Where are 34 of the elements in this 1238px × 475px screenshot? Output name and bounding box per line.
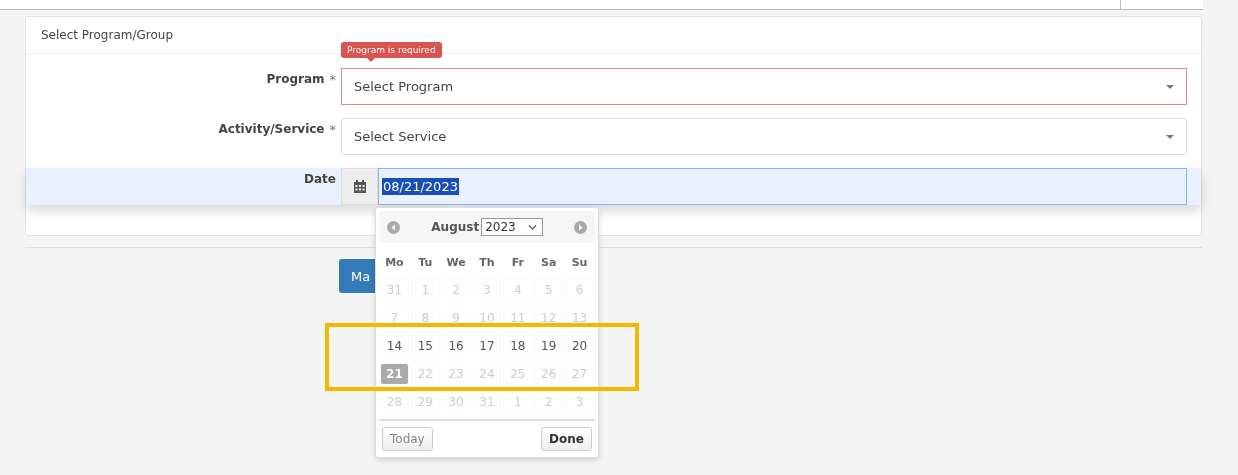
calendar-day[interactable]: 17 bbox=[472, 335, 502, 357]
weekday-label: Tu bbox=[417, 254, 434, 271]
done-button[interactable]: Done bbox=[541, 427, 592, 451]
calendar-day[interactable]: 18 bbox=[503, 335, 533, 357]
previous-icon[interactable] bbox=[387, 220, 400, 234]
caret-icon bbox=[1166, 84, 1174, 89]
year-dropdown[interactable]: 2023 bbox=[481, 218, 543, 236]
select-field[interactable]: Select Service bbox=[341, 118, 1187, 155]
weekday-label: We bbox=[445, 254, 467, 271]
panel-title: Select Program/Group bbox=[41, 28, 174, 42]
weekday-label: Sa bbox=[540, 254, 558, 271]
field-label: Activity/Service bbox=[218, 122, 325, 136]
date-field[interactable]: 08/21/2023 bbox=[378, 168, 1187, 205]
next-icon[interactable] bbox=[574, 220, 587, 234]
field-label: Program bbox=[266, 72, 325, 86]
field-label: Date bbox=[304, 172, 336, 186]
calendar-icon bbox=[353, 180, 366, 193]
caret-icon bbox=[1166, 134, 1174, 139]
calendar-day[interactable]: 14 bbox=[380, 335, 409, 357]
calendar-day[interactable]: 15 bbox=[410, 335, 440, 357]
calendar-day[interactable]: 21 bbox=[380, 363, 409, 385]
required-mark: * bbox=[329, 72, 336, 87]
calendar-day[interactable]: 20 bbox=[565, 335, 594, 357]
required-mark: * bbox=[329, 122, 336, 137]
weekday-label: Fr bbox=[510, 254, 525, 271]
weekday-label: Th bbox=[478, 254, 496, 271]
calendar-day[interactable]: 19 bbox=[534, 335, 564, 357]
weekday-label: Su bbox=[570, 254, 589, 271]
chevron-icon bbox=[527, 224, 537, 230]
select-field[interactable]: Select Program bbox=[341, 68, 1187, 105]
month-label: August bbox=[431, 220, 480, 234]
calendar-day[interactable]: 16 bbox=[441, 335, 471, 357]
calendar-addon[interactable] bbox=[341, 168, 378, 205]
today-button[interactable]: Today bbox=[382, 427, 433, 451]
